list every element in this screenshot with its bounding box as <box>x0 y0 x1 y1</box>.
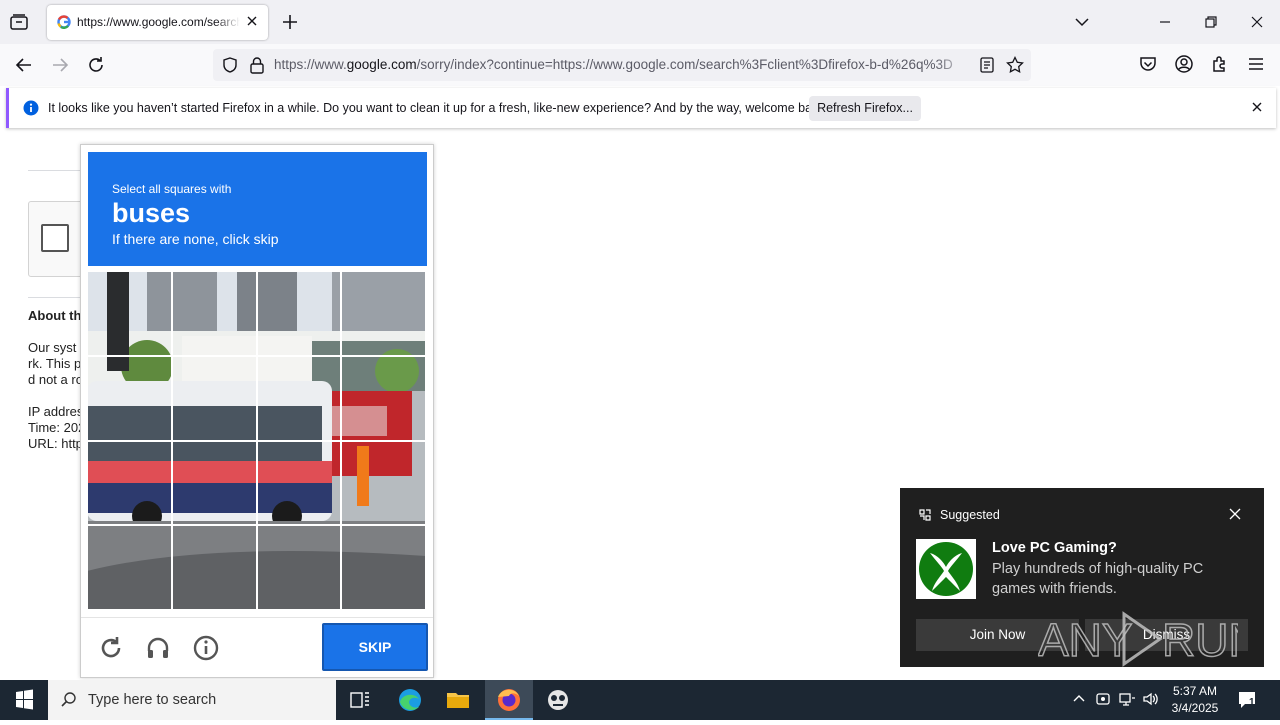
address-bar[interactable]: https://www.google.com/sorry/index?conti… <box>213 49 1031 81</box>
image-tile[interactable] <box>171 525 257 610</box>
url-text[interactable]: https://www.google.com/sorry/index?conti… <box>274 57 970 72</box>
image-tile[interactable] <box>256 525 342 610</box>
notification-message: It looks like you haven’t started Firefo… <box>48 101 829 115</box>
image-tile[interactable] <box>256 271 342 356</box>
new-tab-icon[interactable] <box>280 12 300 32</box>
recaptcha-checkbox[interactable] <box>41 224 69 252</box>
divider <box>28 297 83 298</box>
image-tile[interactable] <box>87 355 172 441</box>
about-heading: About th <box>28 308 82 323</box>
toast-header: Suggested <box>940 508 1000 522</box>
page-text-line: rk. This p <box>28 356 82 371</box>
image-tile[interactable] <box>171 271 257 356</box>
toast-title: Love PC Gaming? <box>992 540 1117 556</box>
clock-date: 3/4/2025 <box>1171 701 1219 715</box>
info-icon <box>23 100 39 116</box>
restore-icon[interactable] <box>1199 10 1223 34</box>
divider <box>81 617 433 618</box>
tab-list-icon[interactable] <box>8 11 30 33</box>
tile-grid <box>87 271 426 610</box>
suggested-icon <box>919 509 931 521</box>
image-tile[interactable] <box>87 525 172 610</box>
file-explorer-icon[interactable] <box>434 680 482 720</box>
image-tile[interactable] <box>341 355 426 441</box>
task-view-icon[interactable] <box>336 680 384 720</box>
windows-start-icon[interactable] <box>0 680 48 720</box>
edge-icon[interactable] <box>386 680 434 720</box>
image-tile[interactable] <box>341 525 426 610</box>
taskbar: Type here to search 5:37 AM 3/4/2025 1 <box>0 680 1280 720</box>
page-text-line: d not a ro <box>28 372 83 387</box>
forward-icon[interactable] <box>48 53 72 77</box>
skip-button[interactable]: SKIP <box>322 623 428 671</box>
xbox-logo-icon <box>916 539 976 599</box>
image-tile[interactable] <box>171 355 257 441</box>
page-text-line: Time: 202 <box>28 420 86 435</box>
target-object: buses <box>112 198 191 228</box>
bookmark-star-icon[interactable] <box>1005 55 1025 75</box>
image-tile[interactable] <box>341 271 426 356</box>
challenge-image-grid <box>87 271 426 610</box>
firefox-icon <box>498 689 520 711</box>
notification-count: 1 <box>1249 697 1255 708</box>
dismiss-button[interactable]: Dismiss <box>1085 619 1248 651</box>
image-tile[interactable] <box>341 440 426 526</box>
clock-time: 5:37 AM <box>1172 684 1218 698</box>
close-window-icon[interactable] <box>1245 10 1269 34</box>
tab-title: https://www.google.com/search?client=fir… <box>77 15 240 29</box>
app-icon[interactable] <box>534 680 582 720</box>
chevron-up-icon[interactable] <box>1070 690 1088 708</box>
tracking-shield-icon[interactable] <box>221 56 239 74</box>
meet-now-icon[interactable] <box>1094 690 1112 708</box>
volume-icon[interactable] <box>1142 690 1160 708</box>
reload-icon[interactable] <box>97 634 125 662</box>
suggestion-toast: Suggested Love PC Gaming? Play hundreds … <box>900 488 1264 667</box>
refresh-firefox-notification: It looks like you haven’t started Firefo… <box>6 88 1276 128</box>
firefox-taskbar-button[interactable] <box>485 680 533 720</box>
reader-view-icon[interactable] <box>978 56 996 74</box>
tab-google[interactable]: https://www.google.com/search?client=fir… <box>47 5 268 40</box>
action-center-button[interactable]: 1 <box>1236 689 1260 711</box>
image-tile[interactable] <box>87 271 172 356</box>
search-placeholder: Type here to search <box>88 692 217 708</box>
tab-bar: https://www.google.com/search?client=fir… <box>0 0 1280 44</box>
chevron-down-icon[interactable] <box>1072 12 1092 32</box>
info-icon[interactable] <box>192 634 220 662</box>
divider <box>28 170 83 171</box>
back-icon[interactable] <box>12 53 36 77</box>
toast-body: Play hundreds of high-quality PC games w… <box>992 561 1204 597</box>
close-icon[interactable] <box>1250 100 1264 114</box>
page-text-line: IP addres <box>28 404 84 419</box>
page-text-line: Our syst <box>28 340 77 355</box>
image-tile[interactable] <box>171 440 257 526</box>
join-now-button[interactable]: Join Now <box>916 619 1079 651</box>
headphones-icon[interactable] <box>144 634 172 662</box>
recaptcha-challenge: Select all squares with buses If there a… <box>80 144 434 678</box>
notification-icon <box>1239 692 1255 708</box>
image-tile[interactable] <box>87 440 172 526</box>
reload-icon[interactable] <box>84 53 108 77</box>
account-icon[interactable] <box>1173 53 1195 75</box>
extensions-icon[interactable] <box>1209 53 1231 75</box>
minimize-icon[interactable] <box>1153 10 1177 34</box>
search-icon <box>61 692 76 707</box>
instruction-text: Select all squares with <box>112 182 232 196</box>
image-tile[interactable] <box>256 440 342 526</box>
pocket-icon[interactable] <box>1137 53 1159 75</box>
menu-icon[interactable] <box>1245 53 1267 75</box>
refresh-firefox-button[interactable]: Refresh Firefox... <box>809 96 921 121</box>
tab-close-icon[interactable] <box>244 13 260 29</box>
skip-hint: If there are none, click skip <box>112 231 279 247</box>
close-icon[interactable] <box>1228 507 1242 521</box>
taskbar-search[interactable]: Type here to search <box>48 680 336 720</box>
challenge-header: Select all squares with buses If there a… <box>88 152 427 266</box>
lock-icon[interactable] <box>249 56 265 74</box>
page-text-line: URL: http <box>28 436 83 451</box>
image-tile[interactable] <box>256 355 342 441</box>
network-icon[interactable] <box>1118 690 1136 708</box>
google-favicon-icon <box>57 15 71 29</box>
system-clock[interactable]: 5:37 AM 3/4/2025 <box>1160 683 1230 717</box>
recaptcha-widget <box>28 201 88 277</box>
